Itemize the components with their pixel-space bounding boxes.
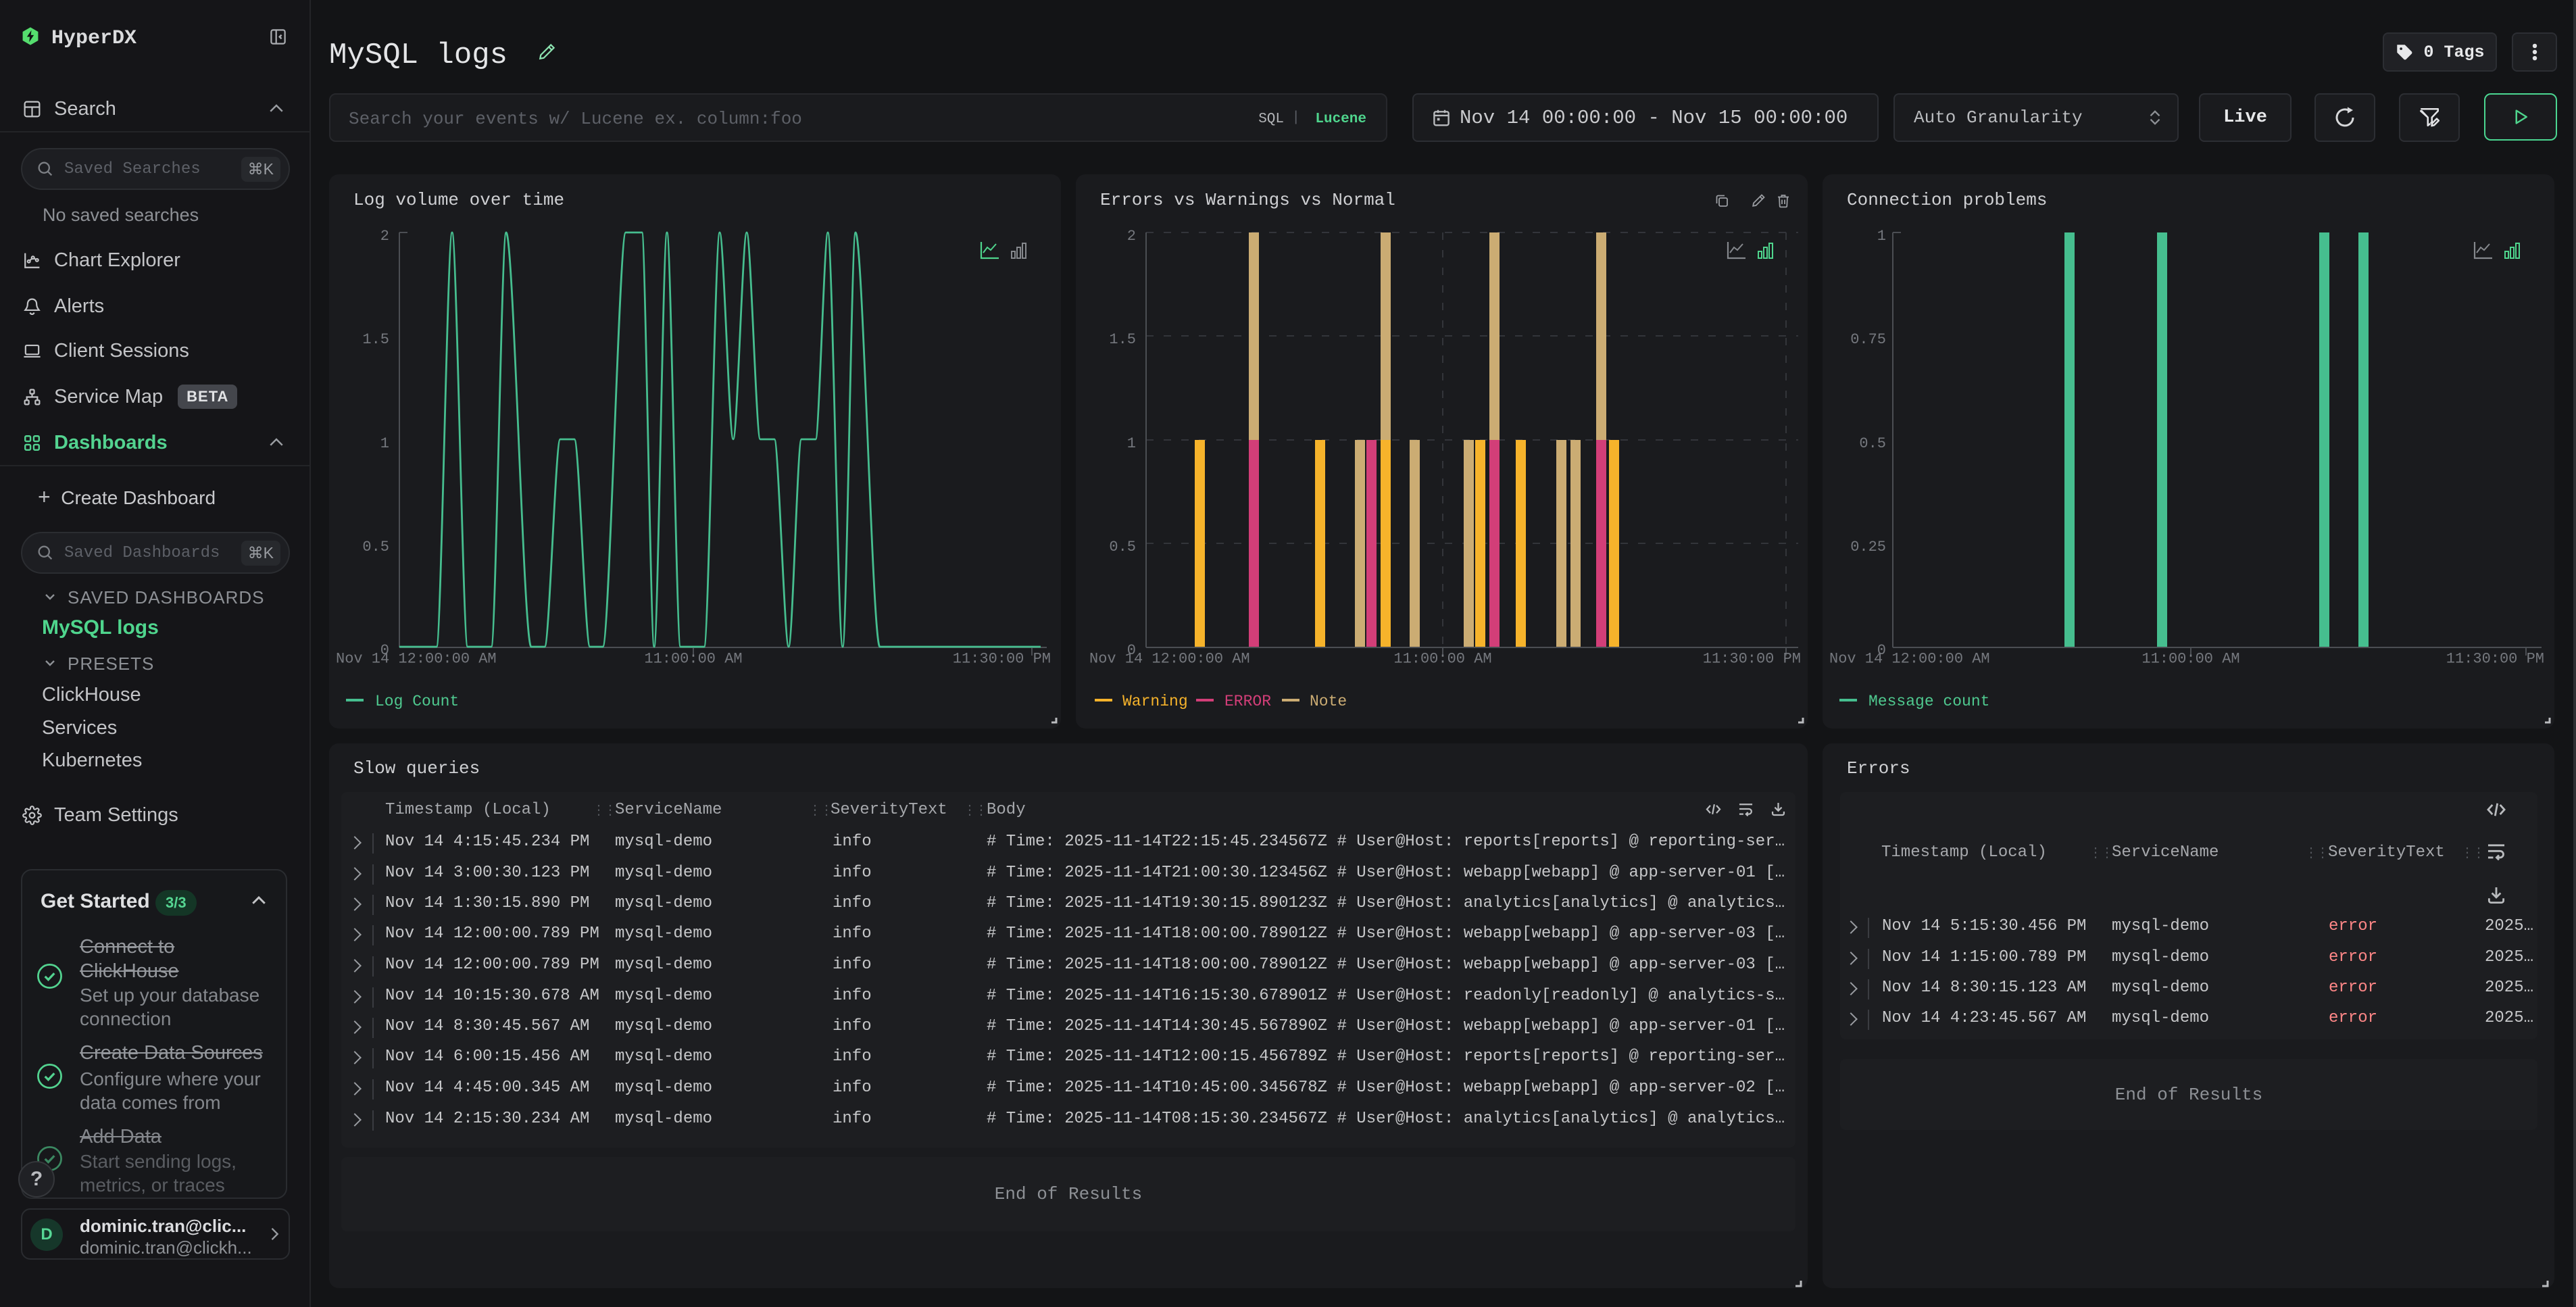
svg-text:Nov 14 12:00:00 AM: Nov 14 12:00:00 AM [1829, 650, 1990, 667]
svg-text:2: 2 [1127, 228, 1136, 245]
svg-text:1: 1 [1877, 228, 1886, 245]
svg-text:11:00:00 AM: 11:00:00 AM [644, 650, 742, 667]
svg-text:11:30:00 PM: 11:30:00 PM [2446, 650, 2544, 667]
svg-text:11:00:00 AM: 11:00:00 AM [2141, 650, 2239, 667]
svg-text:Message count: Message count [1868, 693, 1989, 710]
svg-text:0.75: 0.75 [1850, 331, 1886, 348]
svg-text:11:30:00 PM: 11:30:00 PM [953, 650, 1051, 667]
svg-text:0.5: 0.5 [1109, 539, 1136, 556]
svg-text:0.5: 0.5 [362, 539, 389, 556]
svg-text:Warning: Warning [1122, 693, 1188, 710]
svg-text:Nov 14 12:00:00 AM: Nov 14 12:00:00 AM [1089, 650, 1250, 667]
svg-text:0.25: 0.25 [1850, 539, 1886, 556]
svg-text:ERROR: ERROR [1224, 693, 1271, 710]
svg-text:2: 2 [380, 228, 389, 245]
svg-text:Note: Note [1310, 693, 1347, 710]
svg-text:1.5: 1.5 [362, 331, 389, 348]
svg-text:11:00:00 AM: 11:00:00 AM [1393, 650, 1491, 667]
svg-text:Log Count: Log Count [375, 693, 459, 710]
svg-text:1: 1 [380, 435, 389, 452]
svg-text:1: 1 [1127, 435, 1136, 452]
svg-text:Nov 14 12:00:00 AM: Nov 14 12:00:00 AM [336, 650, 497, 667]
svg-text:11:30:00 PM: 11:30:00 PM [1703, 650, 1801, 667]
svg-text:0.5: 0.5 [1859, 435, 1886, 452]
svg-text:1.5: 1.5 [1109, 331, 1136, 348]
